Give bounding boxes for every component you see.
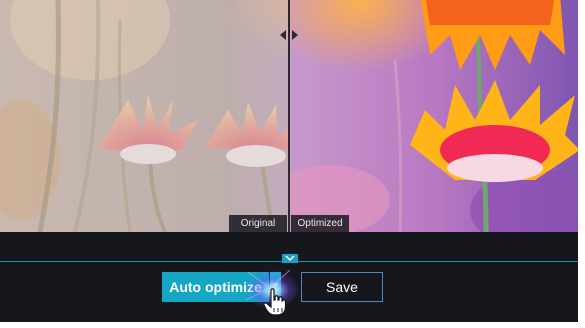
collapse-panel-button[interactable] <box>282 254 298 263</box>
photo-compare-view: Original Optimized <box>0 0 578 232</box>
editor-window: Original Optimized Auto optimize Save <box>0 0 578 322</box>
auto-optimize-button[interactable]: Auto optimize <box>162 272 269 302</box>
original-label: Original <box>229 215 287 232</box>
original-image <box>0 0 289 232</box>
optimized-image <box>289 0 578 232</box>
split-handle-icon[interactable] <box>279 29 299 41</box>
flower-photo-optimized <box>289 0 578 232</box>
chevron-down-icon <box>285 255 295 262</box>
save-button[interactable]: Save <box>301 272 383 302</box>
original-wash-overlay <box>0 0 289 232</box>
optimized-label: Optimized <box>291 215 349 232</box>
hand-pointer-icon <box>263 288 287 316</box>
